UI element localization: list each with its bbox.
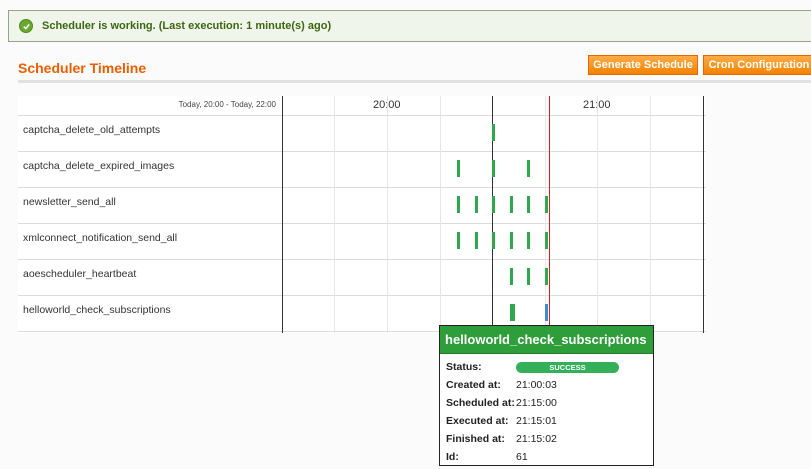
check-circle-icon bbox=[19, 19, 33, 33]
created-label: Created at: bbox=[446, 379, 501, 391]
timeline-header: Today, 20:00 - Today, 22:00 20:00 21:00 bbox=[18, 96, 706, 116]
timeline-row: aoescheduler_heartbeat bbox=[18, 261, 706, 296]
cron-configuration-button[interactable]: Cron Configuration bbox=[703, 55, 811, 75]
job-code-label: aoescheduler_heartbeat bbox=[23, 268, 137, 280]
job-code-label: helloworld_check_subscriptions bbox=[23, 304, 171, 316]
title-divider bbox=[18, 80, 811, 83]
id-label: Id: bbox=[446, 451, 459, 463]
job-run-bar[interactable] bbox=[527, 268, 530, 285]
status-badge: SUCCESS bbox=[516, 361, 619, 373]
job-run-bar[interactable] bbox=[457, 196, 460, 213]
label-column-divider bbox=[282, 96, 283, 333]
current-time-line bbox=[549, 96, 550, 333]
tooltip-finished-row: Finished at: 21:15:02 bbox=[440, 430, 653, 448]
job-run-bar-selected[interactable] bbox=[545, 304, 548, 321]
job-run-bar[interactable] bbox=[545, 196, 548, 213]
job-run-bar[interactable] bbox=[510, 268, 513, 285]
job-run-bar[interactable] bbox=[475, 196, 478, 213]
id-value: 61 bbox=[516, 451, 528, 463]
tooltip-created-row: Created at: 21:00:03 bbox=[440, 376, 653, 394]
job-run-bar[interactable] bbox=[492, 232, 495, 249]
grid-line bbox=[387, 96, 388, 333]
job-run-bar[interactable] bbox=[457, 232, 460, 249]
scheduler-timeline-grid: Today, 20:00 - Today, 22:00 20:00 21:00 … bbox=[18, 96, 706, 333]
job-run-bar[interactable] bbox=[492, 160, 495, 177]
scheduled-label: Scheduled at: bbox=[446, 397, 515, 409]
tooltip-title: helloworld_check_subscriptions bbox=[440, 326, 653, 354]
status-label: Status: bbox=[446, 361, 482, 373]
job-run-bar[interactable] bbox=[527, 196, 530, 213]
job-run-bar[interactable] bbox=[545, 232, 548, 249]
timeline-row: newsletter_send_all bbox=[18, 189, 706, 224]
timeline-row: captcha_delete_expired_images bbox=[18, 153, 706, 188]
grid-line bbox=[545, 96, 546, 333]
job-run-bar[interactable] bbox=[475, 232, 478, 249]
grid-line-major bbox=[703, 96, 704, 333]
finished-value: 21:15:02 bbox=[516, 433, 557, 445]
job-run-bar[interactable] bbox=[510, 232, 513, 249]
job-run-bar[interactable] bbox=[527, 232, 530, 249]
timeline-row: xmlconnect_notification_send_all bbox=[18, 225, 706, 260]
tooltip-executed-row: Executed at: 21:15:01 bbox=[440, 412, 653, 430]
scheduler-status-message: Scheduler is working. (Last execution: 1… bbox=[8, 10, 811, 42]
tooltip-id-row: Id: 61 bbox=[440, 448, 653, 466]
job-code-label: newsletter_send_all bbox=[23, 196, 116, 208]
job-code-label: captcha_delete_expired_images bbox=[23, 160, 175, 172]
executed-value: 21:15:01 bbox=[516, 415, 557, 427]
grid-line bbox=[597, 96, 598, 333]
job-run-bar[interactable] bbox=[527, 160, 530, 177]
scheduled-value: 21:15:00 bbox=[516, 397, 557, 409]
job-run-bar[interactable] bbox=[510, 196, 513, 213]
generate-schedule-button[interactable]: Generate Schedule bbox=[588, 55, 698, 75]
job-details-tooltip: helloworld_check_subscriptions Status: S… bbox=[439, 325, 654, 466]
job-run-bar[interactable] bbox=[492, 124, 495, 141]
grid-line bbox=[650, 96, 651, 333]
executed-label: Executed at: bbox=[446, 415, 509, 427]
job-code-label: xmlconnect_notification_send_all bbox=[23, 232, 178, 244]
timeline-row: captcha_delete_old_attempts bbox=[18, 117, 706, 152]
page-title: Scheduler Timeline bbox=[18, 60, 147, 76]
timeline-range-label: Today, 20:00 - Today, 22:00 bbox=[178, 100, 276, 109]
finished-label: Finished at: bbox=[446, 433, 505, 445]
grid-line bbox=[334, 96, 335, 333]
job-run-bar[interactable] bbox=[510, 304, 515, 321]
status-message-text: Scheduler is working. (Last execution: 1… bbox=[42, 20, 332, 32]
job-run-bar[interactable] bbox=[457, 160, 460, 177]
job-run-bar[interactable] bbox=[545, 268, 548, 285]
tooltip-status-row: Status: SUCCESS bbox=[440, 358, 653, 376]
job-run-bar[interactable] bbox=[492, 196, 495, 213]
created-value: 21:00:03 bbox=[516, 379, 557, 391]
tooltip-scheduled-row: Scheduled at: 21:15:00 bbox=[440, 394, 653, 412]
job-code-label: captcha_delete_old_attempts bbox=[23, 124, 161, 136]
grid-line bbox=[440, 96, 441, 333]
